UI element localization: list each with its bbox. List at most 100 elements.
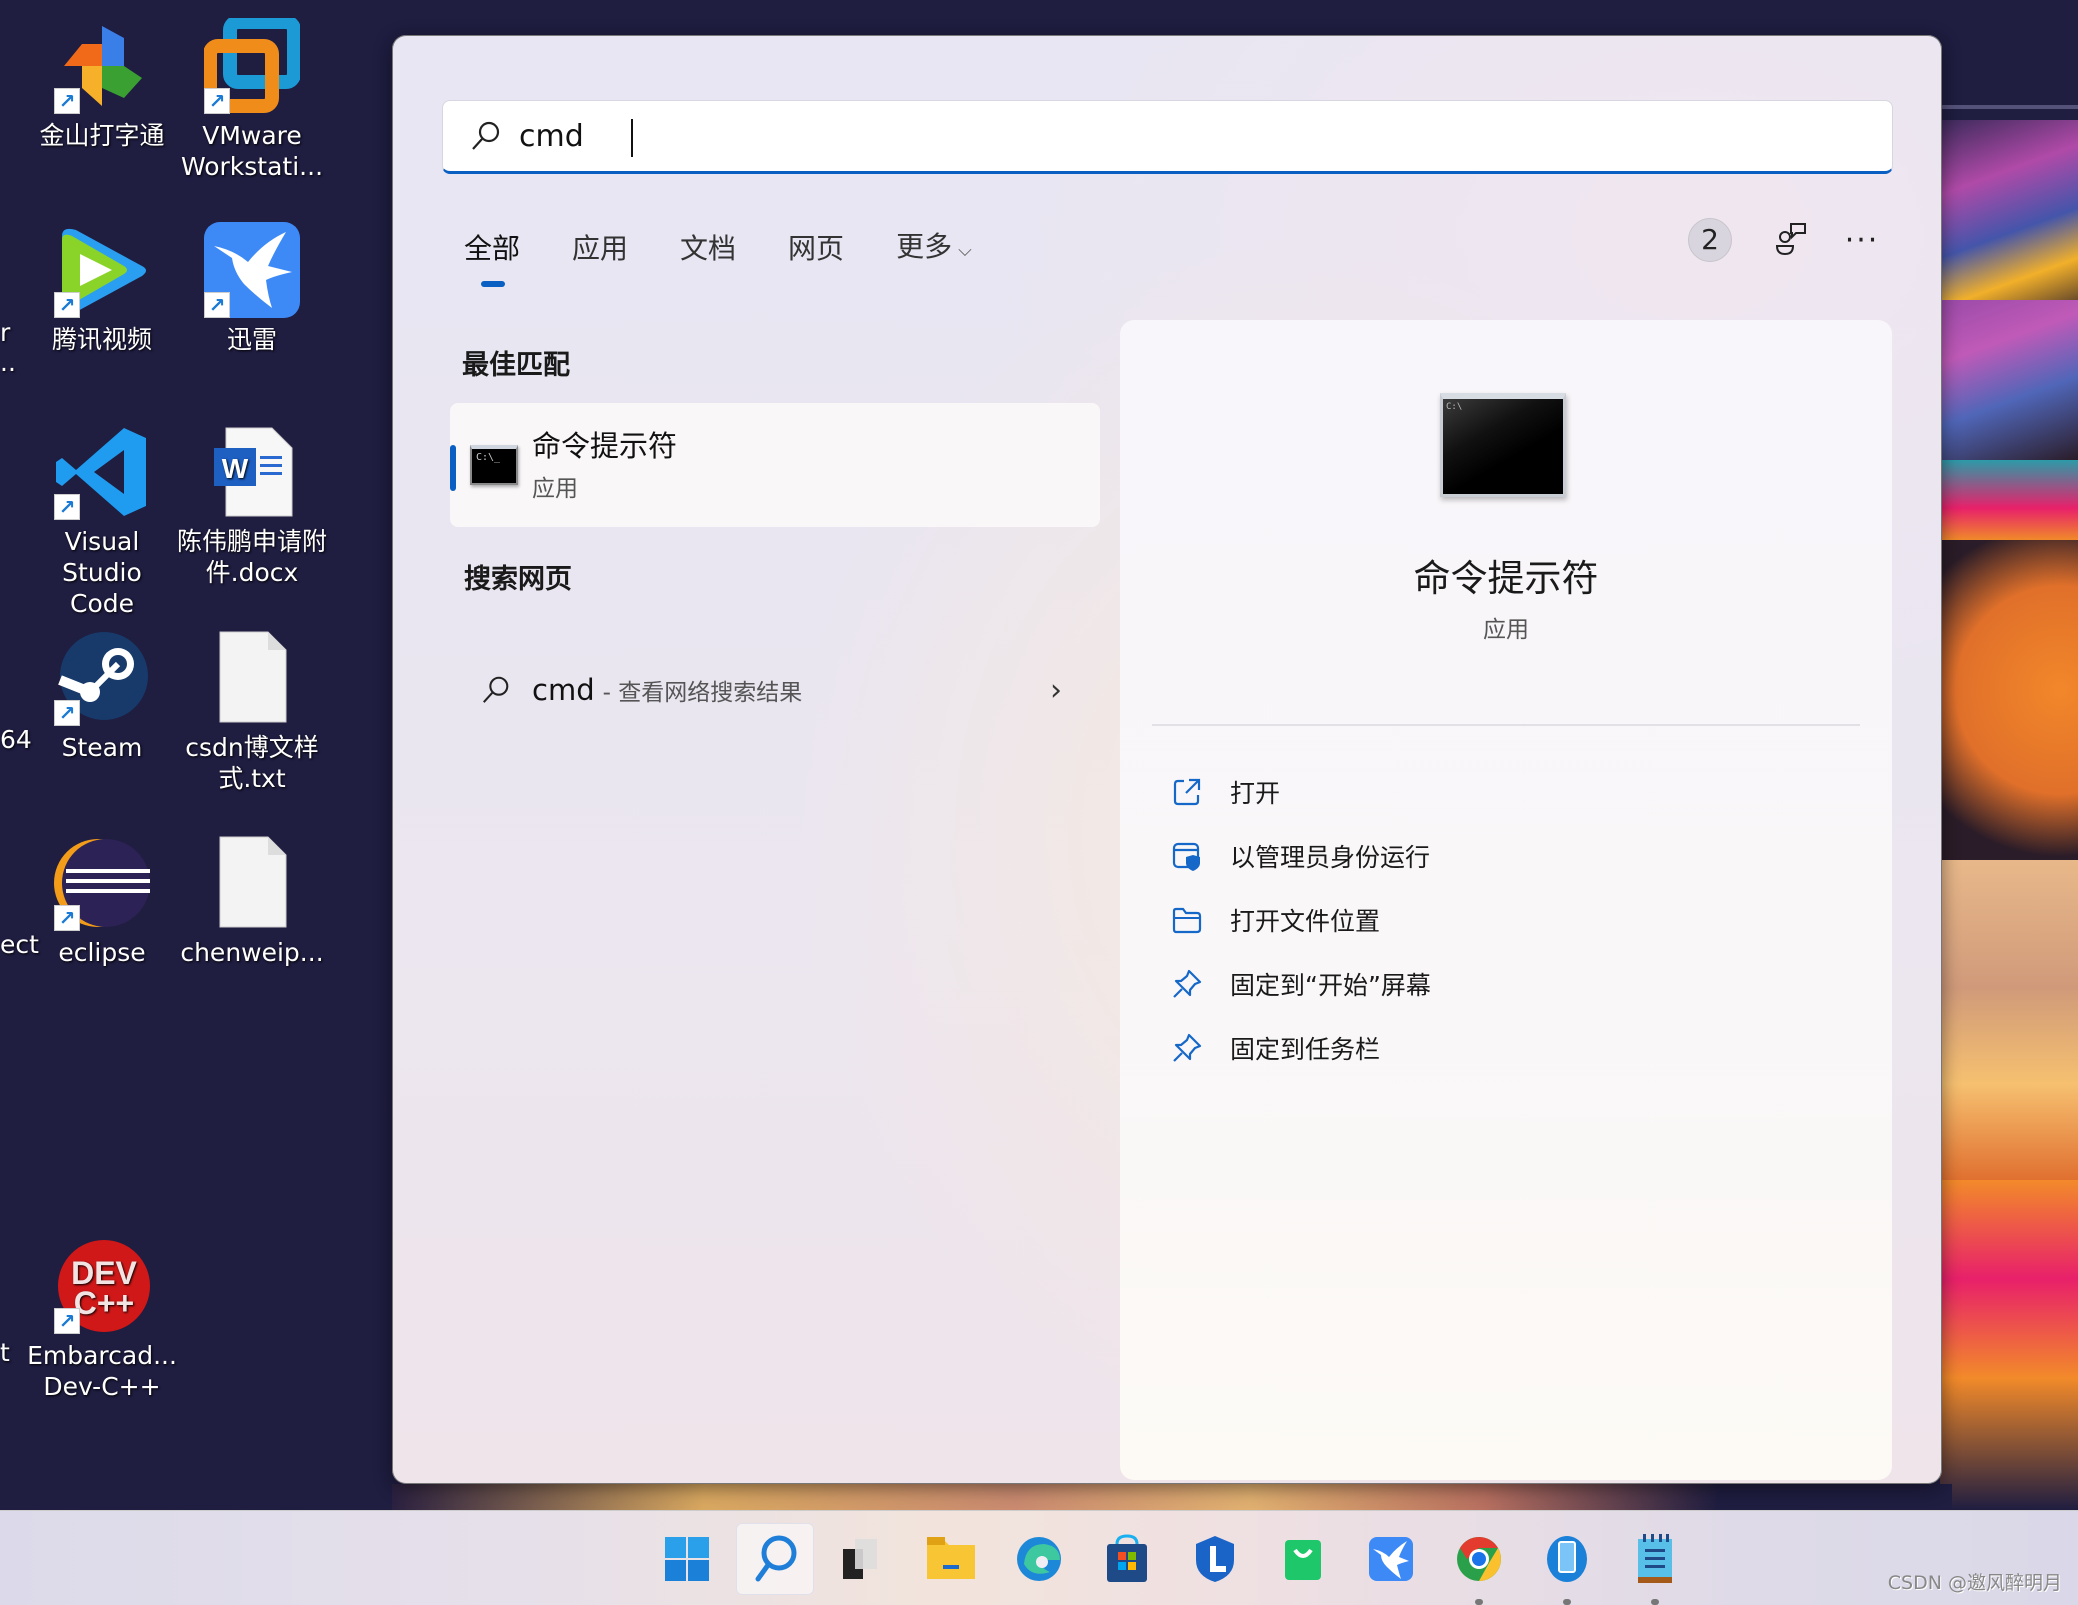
text-file-icon — [204, 630, 300, 726]
phone-link-icon — [1547, 1536, 1587, 1582]
desktop-edge-text: r — [0, 318, 11, 347]
edge-browser-icon — [1017, 1537, 1061, 1581]
devcpp-icon: DEV C++ ↗ — [54, 1238, 150, 1334]
tab-label: 全部 — [464, 232, 521, 265]
taskbar-shopping-button[interactable] — [1264, 1523, 1342, 1595]
tab-web[interactable]: 网页 — [788, 229, 844, 269]
desktop-icon-xunlei[interactable]: ↗ 迅雷 — [177, 222, 327, 355]
taskbar-task-view-button[interactable] — [824, 1523, 902, 1595]
action-label: 打开 — [1230, 779, 1281, 808]
taskbar-edge-button[interactable] — [1000, 1523, 1078, 1595]
task-view-icon — [843, 1539, 877, 1579]
shortcut-arrow-icon: ↗ — [54, 1308, 80, 1334]
command-prompt-icon: C:\_ — [470, 445, 518, 485]
web-description: - 查看网络搜索结果 — [602, 680, 803, 706]
desktop-icon-label: 式.txt — [218, 764, 286, 793]
steam-icon: ↗ — [54, 630, 150, 726]
tab-label: 应用 — [572, 232, 629, 265]
search-panel: 全部 应用 文档 网页 更多⌵ 2 ··· 最佳匹配 C:\_ 命令提示符 应用… — [392, 35, 1942, 1484]
desktop-icon-word-doc[interactable]: W 陈伟鹏申请附 件.docx — [177, 424, 327, 588]
taskbar-phone-link-button[interactable] — [1528, 1523, 1606, 1605]
notepad-icon — [1638, 1534, 1672, 1583]
taskbar: CSDN @邀风醉明月 — [0, 1510, 2078, 1605]
desktop-icon-label: eclipse — [58, 938, 146, 967]
selection-indicator — [450, 445, 456, 491]
divider — [1152, 724, 1860, 726]
desktop-icon-label: Studio Code — [62, 558, 142, 618]
pin-icon — [1173, 1033, 1202, 1062]
vscode-icon: ↗ — [54, 424, 150, 520]
search-icon — [482, 676, 509, 703]
desktop-icon-label: 金山打字通 — [39, 121, 165, 150]
desktop-icon-devcpp[interactable]: DEV C++ ↗ Embarcad... Dev-C++ — [27, 1238, 177, 1402]
desktop-icon-csdn-txt[interactable]: csdn博文样 式.txt — [177, 630, 327, 794]
action-open-file-location[interactable]: 打开文件位置 — [1172, 888, 1431, 952]
desktop-icon-chenweip[interactable]: chenweip... — [177, 835, 327, 968]
taskbar-chrome-button[interactable] — [1440, 1523, 1518, 1605]
search-input[interactable] — [519, 118, 1819, 154]
action-run-as-admin[interactable]: 以管理员身份运行 — [1172, 824, 1431, 888]
desktop-icon-label: Steam — [61, 733, 143, 762]
taskbar-search-button[interactable] — [736, 1523, 814, 1595]
desktop-icon-vscode[interactable]: ↗ Visual Studio Code — [27, 424, 177, 619]
action-label: 固定到任务栏 — [1230, 1035, 1381, 1064]
result-type: 应用 — [532, 476, 578, 502]
shortcut-arrow-icon: ↗ — [204, 292, 230, 318]
best-match-result[interactable]: C:\_ 命令提示符 应用 — [450, 403, 1100, 527]
desktop-icon-label: Workstati... — [180, 152, 324, 181]
action-list: 打开 以管理员身份运行 打开文件位置 固定到“开始”屏幕 固定到任务栏 — [1172, 760, 1431, 1080]
web-search-result[interactable]: cmd - 查看网络搜索结果 › — [450, 650, 1100, 730]
desktop-icon-vmware[interactable]: ↗ VMware Workstati... — [177, 15, 327, 182]
action-pin-to-start[interactable]: 固定到“开始”屏幕 — [1172, 952, 1431, 1016]
taskbar-store-button[interactable] — [1088, 1523, 1166, 1595]
result-title: 命令提示符 — [532, 429, 678, 463]
desktop-icon-label: VMware — [202, 121, 302, 150]
xunlei-icon — [1369, 1537, 1413, 1581]
best-match-heading: 最佳匹配 — [462, 350, 570, 381]
tencent-video-icon: ↗ — [54, 222, 150, 318]
taskbar-start-button[interactable] — [648, 1523, 726, 1595]
web-query: cmd — [532, 673, 595, 707]
tab-documents[interactable]: 文档 — [680, 229, 736, 269]
taskbar-xunlei-button[interactable] — [1352, 1523, 1430, 1595]
running-indicator — [1475, 1599, 1483, 1605]
more-options-icon[interactable]: ··· — [1842, 223, 1882, 258]
taskbar-notepad-button[interactable] — [1616, 1523, 1694, 1605]
action-pin-to-taskbar[interactable]: 固定到任务栏 — [1172, 1016, 1431, 1080]
tab-more[interactable]: 更多 ⌵ — [896, 227, 972, 271]
detail-type: 应用 — [1483, 617, 1529, 643]
desktop-edge-text: t — [0, 1338, 10, 1367]
text-caret — [631, 119, 633, 157]
shortcut-arrow-icon: ↗ — [54, 700, 80, 726]
desktop-icon-tencent-video[interactable]: ↗ 腾讯视频 — [27, 222, 177, 355]
search-icon — [755, 1535, 797, 1582]
folder-icon — [1172, 907, 1202, 934]
tab-label: 更多 — [896, 230, 953, 263]
detail-title: 命令提示符 — [1413, 557, 1599, 600]
desktop-icon-eclipse[interactable]: ↗ eclipse — [27, 835, 177, 968]
running-indicator — [1563, 1599, 1571, 1605]
file-explorer-icon — [927, 1537, 975, 1579]
taskbar-file-explorer-button[interactable] — [912, 1523, 990, 1595]
watermark: CSDN @邀风醉明月 — [1887, 1572, 2062, 1594]
tab-all[interactable]: 全部 — [464, 229, 521, 287]
running-indicator — [1651, 1599, 1659, 1605]
desktop-icon-label: 件.docx — [205, 558, 299, 587]
desktop-edge-text: .. — [0, 348, 16, 377]
desktop-icon-kingsoft-typing[interactable]: ↗ 金山打字通 — [27, 18, 177, 151]
search-toolbar: 2 ··· — [1688, 218, 1882, 262]
action-label: 以管理员身份运行 — [1230, 843, 1431, 872]
svg-text:C++: C++ — [74, 1285, 134, 1321]
rewards-badge[interactable]: 2 — [1688, 218, 1732, 262]
kingsoft-typing-icon: ↗ — [54, 18, 150, 114]
search-box[interactable] — [442, 100, 1893, 174]
tab-label: 文档 — [680, 232, 737, 265]
action-open[interactable]: 打开 — [1172, 760, 1431, 824]
run-as-admin-icon — [1172, 842, 1200, 871]
feedback-icon[interactable] — [1772, 220, 1812, 260]
taskbar-security-button[interactable] — [1176, 1523, 1254, 1595]
svg-text:W: W — [222, 453, 249, 484]
desktop-icon-steam[interactable]: ↗ Steam — [27, 630, 177, 763]
chrome-browser-icon — [1457, 1537, 1501, 1581]
tab-apps[interactable]: 应用 — [572, 229, 628, 269]
